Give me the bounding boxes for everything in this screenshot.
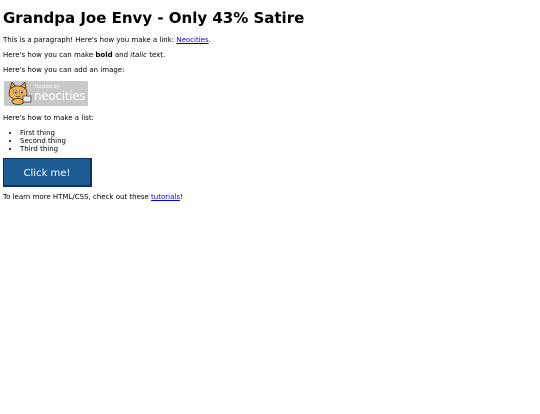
formatting-text-middle: and — [112, 51, 131, 59]
bold-text: bold — [95, 51, 113, 59]
italic-text: italic — [130, 51, 147, 59]
formatting-paragraph: Here's how you can make bold and italic … — [3, 51, 537, 59]
neocities-link[interactable]: Neocities — [176, 36, 208, 44]
click-me-button[interactable]: Click me! — [3, 158, 92, 187]
footer-text: To learn more HTML/CSS, check out these — [3, 193, 152, 201]
tutorials-link[interactable]: tutorials — [151, 193, 180, 201]
neocities-brand-text: neocities — [34, 89, 86, 103]
list-item: Third thing — [20, 145, 537, 153]
hosted-by-neocities-badge[interactable]: hosted by neocities — [4, 81, 88, 106]
intro-text: This is a paragraph! Here's how you make… — [3, 36, 177, 44]
formatting-text-end: text. — [146, 51, 166, 59]
intro-period: . — [208, 36, 211, 44]
neocities-cat-icon — [6, 81, 32, 109]
page: Grandpa Joe Envy - Only 43% Satire This … — [0, 9, 540, 201]
footer-paragraph: To learn more HTML/CSS, check out these … — [3, 193, 537, 201]
footer-exclamation: ! — [179, 193, 183, 201]
intro-paragraph: This is a paragraph! Here's how you make… — [3, 36, 537, 44]
image-caption: Here's how you can add an image: — [3, 66, 125, 74]
formatting-text-start: Here's how you can make — [3, 51, 96, 59]
page-title: Grandpa Joe Envy - Only 43% Satire — [3, 9, 305, 27]
example-list: First thing Second thing Third thing — [3, 129, 537, 153]
list-caption: Here's how to make a list: — [3, 114, 94, 122]
list-item: Second thing — [20, 137, 537, 145]
list-item: First thing — [20, 129, 537, 137]
